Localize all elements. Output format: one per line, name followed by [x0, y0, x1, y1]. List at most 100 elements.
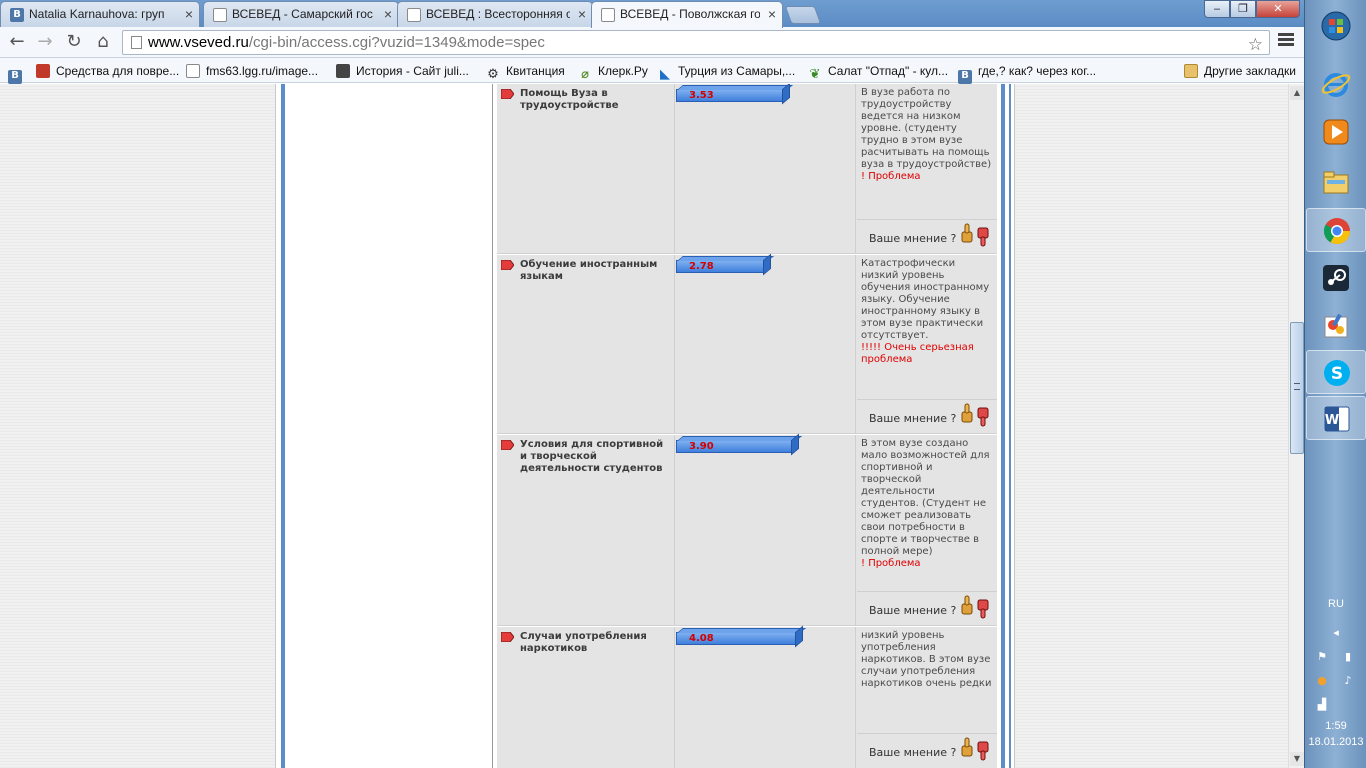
bookmark-label: Другие закладки — [1204, 64, 1296, 78]
bookmark-item[interactable]: ❦ Салат "Отпад" - кул... — [808, 62, 948, 82]
thumb-down-icon[interactable] — [977, 407, 989, 427]
minimize-button[interactable]: ‒ — [1204, 0, 1230, 18]
menu-icon[interactable] — [1278, 33, 1294, 49]
action-center-flag-icon[interactable]: ⚑ — [1315, 650, 1329, 664]
bookmark-vk[interactable]: В — [8, 62, 28, 84]
thumb-up-icon[interactable] — [961, 403, 973, 423]
bookmark-item[interactable]: Вгде,? как? через ког... — [958, 62, 1096, 84]
rating-row: Обучение иностранным языкам 2.78 Катастр… — [497, 255, 997, 434]
bookmark-item[interactable]: fms63.lgg.ru/image... — [186, 62, 318, 80]
steam-icon — [1323, 265, 1349, 291]
score-value: 4.08 — [689, 633, 714, 644]
bookmark-label: fms63.lgg.ru/image... — [206, 64, 319, 78]
home-icon[interactable]: ⌂ — [92, 31, 114, 53]
taskbar-ie[interactable] — [1306, 62, 1366, 106]
close-window-button[interactable]: ✕ — [1256, 0, 1300, 18]
tab-2[interactable]: ВСЕВЕД - Самарский гос × — [203, 1, 399, 27]
taskbar-explorer[interactable] — [1306, 160, 1366, 204]
right-border — [1001, 84, 1011, 768]
description-text: Катастрофически низкий уровень обучения … — [861, 258, 990, 341]
score-bar: 3.90 — [676, 440, 793, 453]
paint-icon — [1324, 313, 1348, 338]
network-icon[interactable]: ▟ — [1315, 698, 1329, 712]
bookmark-item[interactable]: История - Сайт juli... — [336, 62, 469, 80]
description-text: В этом вузе создано мало возможностей дл… — [861, 438, 990, 557]
scroll-up-arrow-icon[interactable]: ▲ — [1290, 86, 1304, 100]
score-value: 3.90 — [689, 441, 714, 452]
bookmark-label: Турция из Самары,... — [678, 64, 796, 78]
taskbar-word[interactable]: W — [1306, 396, 1366, 440]
close-icon[interactable]: × — [185, 2, 193, 27]
language-indicator[interactable]: RU — [1305, 598, 1366, 610]
toolbar: ← → ↻ ⌂ www.vseved.ru/cgi-bin/access.cgi… — [0, 27, 1304, 58]
tab-4-active[interactable]: ВСЕВЕД - Поволжская го × — [591, 1, 783, 28]
page-icon — [601, 8, 615, 22]
bookmark-item[interactable]: ◣ Турция из Самары,... — [658, 62, 796, 82]
tab-label: ВСЕВЕД - Поволжская го — [620, 7, 760, 21]
browser-window: В Natalia Karnauhova: груп × ВСЕВЕД - Са… — [0, 0, 1304, 768]
power-icon[interactable]: ▮ — [1341, 650, 1355, 664]
thumb-up-icon[interactable] — [961, 595, 973, 615]
bookmark-item[interactable]: ⚙ Квитанция — [486, 62, 565, 82]
score-cell: 3.53 — [676, 84, 856, 253]
bookmark-item[interactable]: ⌀ Клерк.Ру — [578, 62, 648, 82]
red-flag-icon — [501, 632, 514, 642]
opinion-label: Ваше мнение ? — [869, 232, 957, 245]
leaf-icon: ❦ — [809, 67, 821, 82]
star-icon[interactable]: ☆ — [1248, 33, 1263, 56]
close-icon[interactable]: × — [768, 2, 776, 27]
other-bookmarks-folder[interactable]: Другие закладки — [1184, 62, 1296, 80]
bookmarks-bar: В Средства для повре... fms63.lgg.ru/ima… — [0, 58, 1304, 84]
skype-icon: S — [1324, 360, 1350, 386]
left-column — [285, 84, 493, 768]
thumb-up-icon[interactable] — [961, 737, 973, 757]
description-cell: низкий уровень употребления наркотиков. … — [857, 627, 997, 768]
back-arrow-icon[interactable]: ← — [6, 31, 28, 53]
clock-date: 18.01.2013 — [1308, 736, 1364, 748]
forward-arrow-icon[interactable]: → — [34, 31, 56, 53]
start-button[interactable] — [1306, 4, 1366, 48]
page-icon — [407, 8, 421, 22]
criterion-cell: Помощь Вуза в трудоустройстве — [497, 84, 675, 253]
media-player-icon — [1323, 119, 1349, 145]
taskbar-media-player[interactable] — [1306, 110, 1366, 154]
page-icon — [186, 64, 200, 78]
score-cell: 2.78 — [676, 255, 856, 433]
show-hidden-icons[interactable]: ◂ — [1329, 626, 1343, 640]
url-path: /cgi-bin/access.cgi?vuzid=1349&mode=spec — [248, 34, 545, 51]
clock[interactable]: 1:59 18.01.2013 — [1305, 718, 1366, 750]
volume-icon[interactable]: ♪ — [1341, 674, 1355, 688]
new-tab-button[interactable] — [784, 6, 822, 24]
description: низкий уровень употребления наркотиков. … — [857, 627, 997, 690]
taskbar-steam[interactable] — [1306, 256, 1366, 300]
scroll-down-arrow-icon[interactable]: ▼ — [1290, 752, 1304, 766]
bookmark-item[interactable]: Средства для повре... — [36, 62, 179, 80]
rating-row: Помощь Вуза в трудоустройстве 3.53 В вуз… — [497, 84, 997, 254]
taskbar-chrome[interactable] — [1306, 208, 1366, 252]
address-bar[interactable]: www.vseved.ru/cgi-bin/access.cgi?vuzid=1… — [122, 30, 1270, 55]
close-icon[interactable]: × — [384, 2, 392, 27]
grip-icon — [1294, 383, 1300, 390]
vertical-scrollbar[interactable]: ▲ ▼ — [1288, 84, 1304, 768]
restore-button[interactable]: ❐ — [1230, 0, 1256, 18]
score-bar: 4.08 — [676, 632, 797, 645]
bookmark-label: Средства для повре... — [56, 64, 180, 78]
reload-icon[interactable]: ↻ — [63, 31, 85, 53]
problem-label: ! Проблема — [861, 171, 921, 182]
tab-1[interactable]: В Natalia Karnauhova: груп × — [0, 1, 200, 27]
tray-app-icon[interactable]: ● — [1315, 674, 1329, 688]
score-bar: 3.53 — [676, 89, 784, 102]
page-icon — [131, 36, 142, 49]
thumb-down-icon[interactable] — [977, 227, 989, 247]
taskbar-paint[interactable] — [1306, 304, 1366, 348]
thumb-up-icon[interactable] — [961, 223, 973, 243]
taskbar-skype[interactable]: S — [1306, 350, 1366, 394]
thumb-down-icon[interactable] — [977, 599, 989, 619]
svg-text:S: S — [1331, 364, 1343, 384]
scroll-thumb[interactable] — [1290, 322, 1304, 454]
close-icon[interactable]: × — [578, 2, 586, 27]
thumb-down-icon[interactable] — [977, 741, 989, 761]
tab-3[interactable]: ВСЕВЕД : Всесторонняя о × — [397, 1, 593, 27]
red-box-icon — [36, 64, 50, 78]
tab-label: Natalia Karnauhova: груп — [29, 7, 165, 21]
